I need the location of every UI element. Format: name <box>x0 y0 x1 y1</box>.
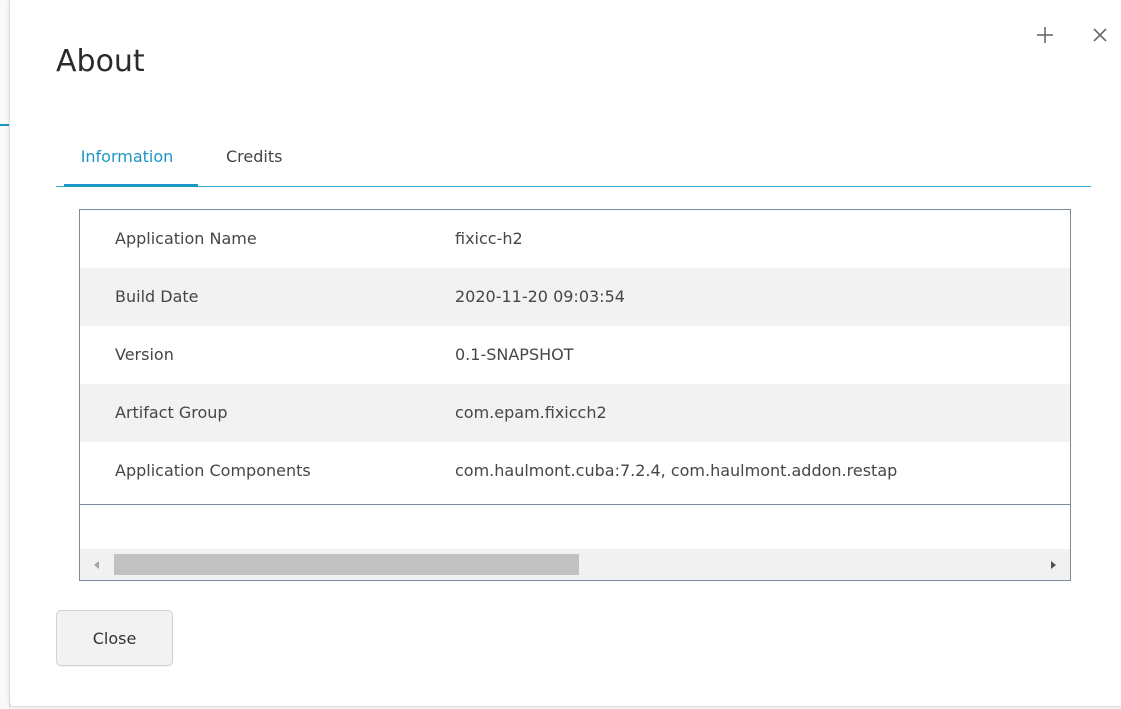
scroll-left-arrow-icon <box>94 560 99 569</box>
maximize-button[interactable] <box>1032 22 1058 48</box>
background-accent-line <box>0 124 9 126</box>
row-value: 0.1-SNAPSHOT <box>455 345 574 364</box>
close-icon <box>1093 28 1107 42</box>
row-key: Application Name <box>115 229 257 248</box>
row-key: Version <box>115 345 174 364</box>
row-value: com.epam.fixicch2 <box>455 403 607 422</box>
tab-credits[interactable]: Credits <box>226 133 282 185</box>
table-row: Version 0.1-SNAPSHOT <box>80 326 1070 384</box>
close-dialog-button[interactable] <box>1087 22 1113 48</box>
scroll-right-arrow-icon <box>1051 560 1056 569</box>
tab-information[interactable]: Information <box>64 133 198 187</box>
info-table: Application Name fixicc-h2 Build Date 20… <box>79 209 1071 581</box>
close-button[interactable]: Close <box>56 610 173 666</box>
scrollbar-thumb[interactable] <box>114 554 579 575</box>
table-row: Application Name fixicc-h2 <box>80 210 1070 268</box>
plus-icon <box>1037 27 1053 43</box>
horizontal-scrollbar[interactable] <box>80 549 1070 580</box>
row-key: Build Date <box>115 287 199 306</box>
table-row: Build Date 2020-11-20 09:03:54 <box>80 268 1070 326</box>
scroll-left-button[interactable] <box>80 549 114 580</box>
row-key: Application Components <box>115 461 311 480</box>
table-divider <box>80 504 1070 505</box>
about-dialog: About Information Credits Application Na… <box>9 0 1121 707</box>
row-key: Artifact Group <box>115 403 228 422</box>
scroll-right-button[interactable] <box>1036 549 1070 580</box>
row-value: com.haulmont.cuba:7.2.4, com.haulmont.ad… <box>455 461 898 480</box>
table-row: Artifact Group com.epam.fixicch2 <box>80 384 1070 442</box>
dialog-title: About <box>56 44 145 79</box>
table-row: Application Components com.haulmont.cuba… <box>80 442 1070 500</box>
row-value: 2020-11-20 09:03:54 <box>455 287 625 306</box>
row-value: fixicc-h2 <box>455 229 523 248</box>
tab-bar: Information Credits <box>56 133 1091 187</box>
